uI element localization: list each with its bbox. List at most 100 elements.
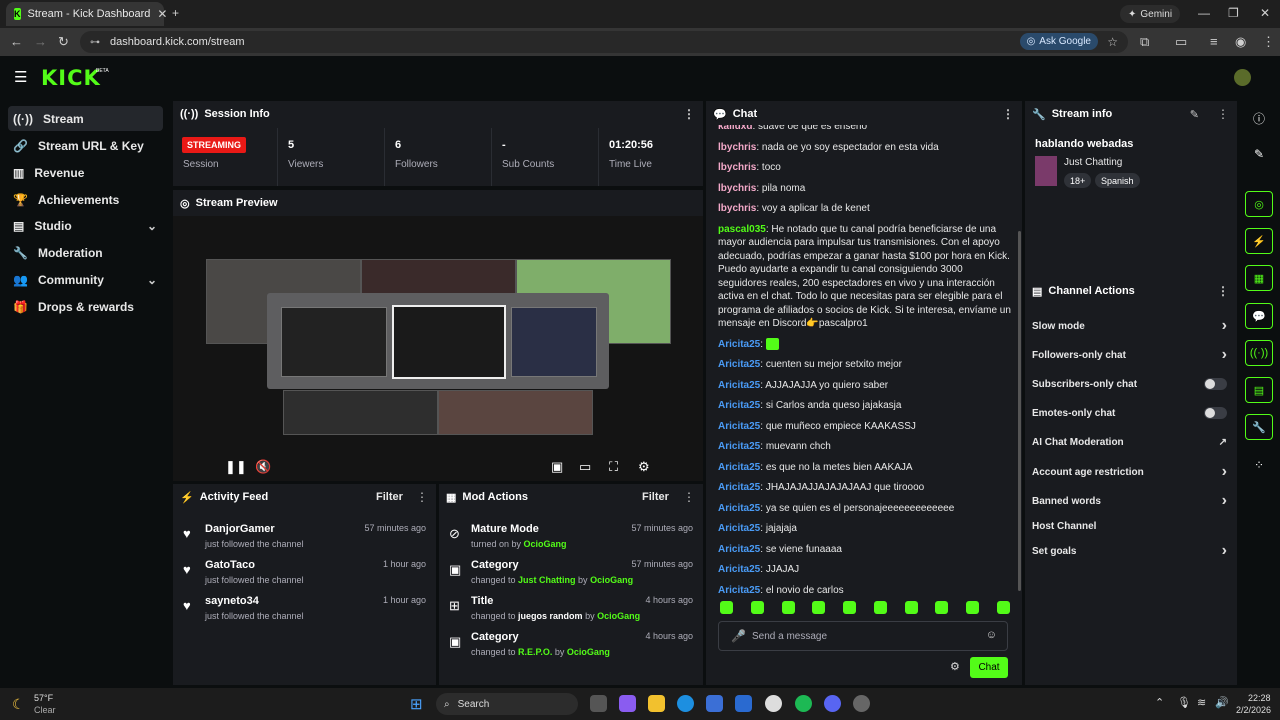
window-thumbnail[interactable] — [281, 307, 387, 377]
chat-message-list[interactable]: kalluxd: suave oe que es enseño lbychris:… — [718, 125, 1013, 595]
stream-preview-video[interactable]: ❚❚ 🔇 ▣ ▭ ⛶ ⚙ — [173, 216, 703, 481]
close-tab-icon[interactable]: ✕ — [157, 7, 167, 21]
channel-action-set-goals[interactable]: Set goals › — [1032, 541, 1227, 561]
obs-icon[interactable] — [853, 695, 870, 712]
kebab-menu-icon[interactable]: ⋮ — [683, 107, 695, 121]
chat-username[interactable]: lbychris — [718, 142, 756, 153]
channel-action-followers-only-chat[interactable]: Followers-only chat › — [1032, 345, 1227, 365]
forward-icon[interactable]: → — [34, 34, 47, 49]
sidebar-item-drops-rewards[interactable]: 🎁 Drops & rewards — [8, 294, 163, 319]
chat-username[interactable]: Aricita25 — [718, 462, 760, 473]
info-icon[interactable]: ⓘ — [1245, 105, 1273, 131]
task-view-icon[interactable] — [590, 695, 607, 712]
profile-icon[interactable]: ◉ — [1235, 34, 1246, 50]
emote-button[interactable] — [935, 601, 949, 614]
url-field[interactable]: ⊶ dashboard.kick.com/stream ◎ Ask Google… — [80, 31, 1128, 53]
windows-start-icon[interactable]: ⊞ — [410, 695, 423, 713]
user-avatar[interactable] — [1234, 69, 1251, 86]
add-widget-icon[interactable]: ⁘ — [1245, 452, 1273, 478]
kick-logo[interactable]: KICK — [41, 66, 101, 90]
emote-button[interactable] — [904, 601, 918, 614]
sidebar-item-stream[interactable]: ((·)) Stream — [8, 106, 163, 131]
emote-button[interactable] — [781, 601, 795, 614]
sidebar-item-stream-url-key[interactable]: 🔗 Stream URL & Key — [8, 133, 163, 158]
sidebar-item-moderation[interactable]: 🔧 Moderation — [8, 240, 163, 265]
chat-username[interactable]: Aricita25 — [718, 441, 760, 452]
chat-username[interactable]: Aricita25 — [718, 400, 760, 411]
emoji-picker-icon[interactable]: ☺ — [986, 629, 997, 641]
kebab-menu-icon[interactable]: ⋮ — [1002, 107, 1014, 121]
edge-icon[interactable] — [677, 695, 694, 712]
reload-icon[interactable]: ↻ — [58, 34, 69, 50]
window-thumbnail[interactable] — [511, 307, 597, 377]
chat-username[interactable]: Aricita25 — [718, 339, 760, 350]
kebab-menu-icon[interactable]: ⋮ — [1217, 284, 1229, 298]
browser-tab[interactable]: K Stream - Kick Dashboard ✕ — [6, 2, 167, 26]
channel-action-slow-mode[interactable]: Slow mode › — [1032, 316, 1227, 336]
browser-menu-icon[interactable]: ⋮ — [1262, 34, 1275, 50]
chat-username[interactable]: pascal035 — [718, 224, 766, 235]
rail-wrench-icon[interactable]: 🔧 — [1245, 414, 1273, 440]
channel-action-emotes-only-chat[interactable]: Emotes-only chat — [1032, 403, 1227, 423]
microphone-icon[interactable]: 🎤 — [731, 629, 746, 643]
emote-button[interactable] — [720, 601, 733, 614]
rail-mod-icon[interactable]: ▦ — [1245, 265, 1273, 291]
channel-action-host-channel[interactable]: Host Channel — [1032, 516, 1227, 536]
rail-broadcast-icon[interactable]: ((·)) — [1245, 340, 1273, 366]
chat-username[interactable]: lbychris — [718, 162, 756, 173]
filter-button[interactable]: Filter — [642, 491, 669, 503]
emote-button[interactable] — [996, 601, 1010, 614]
chat-username[interactable]: Aricita25 — [718, 544, 760, 555]
edit-pencil-icon[interactable]: ✎ — [1190, 108, 1199, 121]
tray-overflow-icon[interactable]: ⌃ — [1155, 696, 1164, 709]
filter-button[interactable]: Filter — [376, 491, 403, 503]
chat-username[interactable]: lbychris — [718, 183, 756, 194]
emote-button[interactable] — [812, 601, 826, 614]
sidebar-item-achievements[interactable]: 🏆 Achievements — [8, 187, 163, 212]
clock-time[interactable]: 22:28 — [1248, 693, 1271, 703]
toggle-switch[interactable] — [1204, 407, 1227, 419]
activity-name[interactable]: DanjorGamer — [205, 523, 275, 535]
fullscreen-icon[interactable]: ⛶ — [609, 459, 618, 475]
edit-pencil-icon[interactable]: ✎ — [1245, 141, 1273, 167]
channel-action-banned-words[interactable]: Banned words › — [1032, 491, 1227, 511]
stream-category[interactable]: Just Chatting — [1064, 157, 1122, 168]
kebab-menu-icon[interactable]: ⋮ — [683, 490, 695, 504]
mail-icon[interactable] — [735, 695, 752, 712]
minimize-icon[interactable]: — — [1198, 6, 1210, 20]
chat-settings-gear-icon[interactable]: ⚙ — [950, 660, 960, 673]
chat-send-button[interactable]: Chat — [970, 657, 1008, 678]
chat-username[interactable]: kalluxd — [718, 125, 752, 132]
settings-gear-icon[interactable]: ⚙ — [638, 459, 650, 475]
window-thumbnail-selected[interactable] — [392, 305, 506, 379]
copilot-icon[interactable] — [619, 695, 636, 712]
extensions-icon[interactable]: ⧉ — [1140, 34, 1149, 50]
ask-google-button[interactable]: ◎ Ask Google — [1019, 33, 1098, 50]
chat-username[interactable]: Aricita25 — [718, 523, 760, 534]
channel-action-subscribers-only-chat[interactable]: Subscribers-only chat — [1032, 374, 1227, 394]
volume-icon[interactable]: 🔊 — [1215, 696, 1229, 709]
gemini-button[interactable]: ✦ Gemini — [1120, 5, 1181, 23]
chat-username[interactable]: Aricita25 — [718, 564, 760, 575]
chrome-icon[interactable] — [765, 695, 782, 712]
site-info-icon[interactable]: ⊶ — [90, 37, 100, 48]
chat-username[interactable]: lbychris — [718, 203, 756, 214]
store-icon[interactable] — [706, 695, 723, 712]
channel-action-ai-chat-moderation[interactable]: AI Chat Moderation ↗ — [1032, 432, 1227, 452]
cast-icon[interactable]: ▭ — [1175, 34, 1187, 50]
discord-icon[interactable] — [824, 695, 841, 712]
mute-icon[interactable]: 🔇 — [255, 459, 271, 475]
spotify-icon[interactable] — [795, 695, 812, 712]
sidebar-item-community[interactable]: 👥 Community ⌄ — [8, 267, 163, 292]
rail-lightning-icon[interactable]: ⚡ — [1245, 228, 1273, 254]
wifi-icon[interactable]: ≋ — [1197, 696, 1206, 709]
miniplayer-icon[interactable]: ▣ — [551, 459, 563, 475]
new-tab-icon[interactable]: + — [172, 6, 179, 20]
chat-username[interactable]: Aricita25 — [718, 482, 760, 493]
emote-button[interactable] — [873, 601, 887, 614]
emote-button[interactable] — [750, 601, 764, 614]
activity-name[interactable]: sayneto34 — [205, 595, 259, 607]
kebab-menu-icon[interactable]: ⋮ — [1217, 107, 1229, 121]
chat-username[interactable]: Aricita25 — [718, 585, 760, 596]
activity-name[interactable]: GatoTaco — [205, 559, 255, 571]
